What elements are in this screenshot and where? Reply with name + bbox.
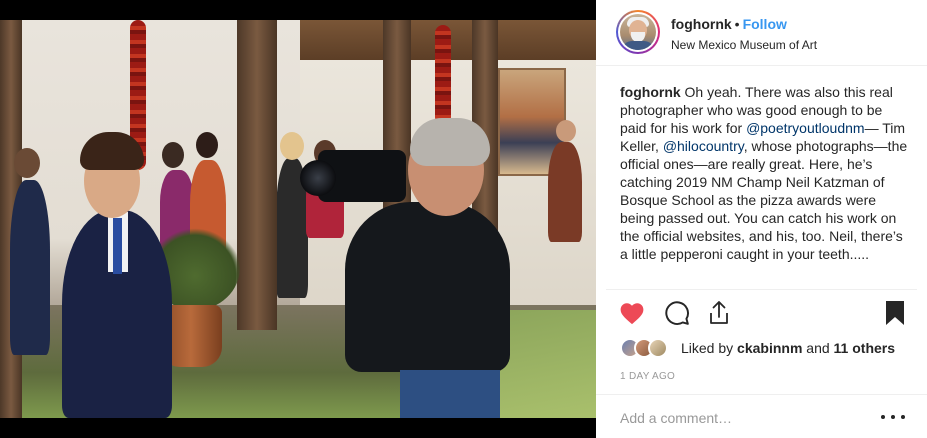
photo-person <box>10 180 50 355</box>
first-liker-link[interactable]: ckabinnm <box>737 340 802 356</box>
photo-photographer-jeans <box>400 370 500 418</box>
photo-pillar <box>237 20 277 330</box>
post-caption: foghornk Oh yeah. There was also this re… <box>620 83 910 283</box>
like-button[interactable] <box>618 299 646 327</box>
post-media-panel <box>0 0 596 438</box>
avatar[interactable] <box>616 10 660 54</box>
share-button[interactable] <box>705 299 733 327</box>
post-timestamp[interactable]: 1 DAY AGO <box>620 371 675 382</box>
comment-bubble-icon <box>665 301 689 325</box>
likes-text: Liked by ckabinnm and 11 others <box>681 340 895 356</box>
others-link[interactable]: 11 others <box>834 340 895 356</box>
caption-text: , whose photographs—the official ones—ar… <box>620 138 908 262</box>
post-header: foghornk • Follow New Mexico Museum of Art <box>596 0 927 66</box>
photo-person-head <box>162 142 184 168</box>
photo-subject-tie <box>113 218 122 274</box>
more-options-icon <box>901 415 905 419</box>
heart-icon <box>620 303 644 325</box>
photo-person-head <box>196 132 218 158</box>
caption-mention[interactable]: @poetryoutloudnm <box>746 120 865 136</box>
comment-input[interactable] <box>620 409 860 427</box>
photo-chile-ristra <box>435 25 451 125</box>
liker-avatars <box>620 338 674 358</box>
photo-person-head <box>556 120 576 142</box>
photo-camera-lens <box>300 160 336 196</box>
likes-summary[interactable]: Liked by ckabinnm and 11 others <box>620 337 920 359</box>
photo-photographer-hair <box>410 118 490 166</box>
post-location[interactable]: New Mexico Museum of Art <box>671 38 817 52</box>
comment-button[interactable] <box>663 299 691 327</box>
post-actions <box>596 296 927 330</box>
header-username[interactable]: foghornk <box>671 16 732 32</box>
photo-person-head <box>14 148 40 178</box>
more-options-icon <box>881 415 885 419</box>
save-button[interactable] <box>881 299 909 327</box>
more-options-icon <box>891 415 895 419</box>
divider <box>606 289 917 290</box>
header-separator: • <box>734 16 740 32</box>
follow-button[interactable]: Follow <box>743 16 787 32</box>
photo-photographer-body <box>345 202 510 372</box>
caption-username[interactable]: foghornk <box>620 84 681 100</box>
share-icon <box>710 301 728 324</box>
liker-avatar <box>648 338 668 358</box>
avatar-shirt <box>622 41 654 50</box>
photo-person <box>548 142 582 242</box>
bookmark-icon <box>886 301 904 325</box>
user-avatar-icon <box>620 14 656 50</box>
caption-mention[interactable]: @hilocountry <box>663 138 744 154</box>
photo-person-head <box>280 132 304 160</box>
comment-bar <box>596 394 927 438</box>
post-details-panel: foghornk • Follow New Mexico Museum of Art… <box>596 0 927 438</box>
likes-joiner: and <box>802 340 834 356</box>
header-user-line: foghornk • Follow <box>671 16 787 32</box>
avatar-border <box>618 12 658 52</box>
post-photo[interactable] <box>0 20 596 418</box>
more-options-button[interactable] <box>881 409 905 425</box>
likes-prefix: Liked by <box>681 340 738 356</box>
